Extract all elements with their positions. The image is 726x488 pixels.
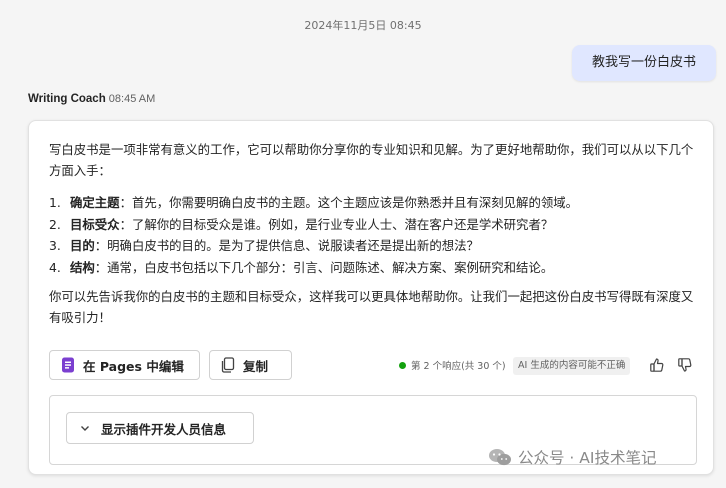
conversation-timestamp: 2024年11月5日 08:45 bbox=[304, 19, 422, 32]
show-plugin-info-button[interactable]: 显示插件开发人员信息 bbox=[66, 412, 254, 444]
bot-message-time: 08:45 AM bbox=[108, 93, 156, 105]
watermark: 公众号 · AI技术笔记 bbox=[488, 446, 656, 468]
bot-outro-text: 你可以先告诉我你的白皮书的主题和目标受众，这样我可以更具体地帮助你。让我们一起把… bbox=[49, 289, 694, 325]
user-message-bubble: 教我写一份白皮书 bbox=[572, 45, 716, 81]
bot-steps-list: 1. 确定主题：首先，你需要明确白皮书的主题。这个主题应该是你熟悉并且有深刻见解的… bbox=[49, 192, 695, 278]
copy-icon bbox=[220, 357, 236, 373]
list-item-title: 结构 bbox=[70, 259, 95, 275]
thumbs-down-icon[interactable] bbox=[677, 357, 693, 373]
edit-in-pages-button[interactable]: 在 Pages 中编辑 bbox=[49, 350, 200, 380]
list-item-text: ：了解你的目标受众是谁。例如，是行业专业人士、潜在客户还是学术研究者？ bbox=[119, 216, 554, 232]
list-item-title: 目标受众 bbox=[70, 216, 120, 232]
list-item-title: 确定主题 bbox=[70, 195, 120, 210]
list-item-title: 目的 bbox=[70, 238, 95, 253]
status-dot bbox=[399, 361, 406, 369]
list-item-text: ：明确白皮书的目的。是为了提供信息、说服读者还是提出新的想法？ bbox=[94, 238, 479, 253]
list-item-text: ：通常，白皮书包括以下几个部分：引言、问题陈述、解决方案、案例研究和结论。 bbox=[94, 259, 554, 275]
list-item: 3. 目的：明确白皮书的目的。是为了提供信息、说服读者还是提出新的想法？ bbox=[49, 235, 695, 257]
ai-disclaimer-badge: AI 生成的内容可能不正确 bbox=[513, 357, 631, 375]
watermark-text: 公众号 · AI技术笔记 bbox=[518, 449, 657, 467]
copy-button[interactable]: 复制 bbox=[209, 350, 292, 380]
edit-in-pages-label: 在 Pages 中编辑 bbox=[83, 358, 184, 374]
list-item: 2. 目标受众：了解你的目标受众是谁。例如，是行业专业人士、潜在客户还是学术研究者… bbox=[49, 214, 695, 236]
show-plugin-info-label: 显示插件开发人员信息 bbox=[101, 421, 227, 437]
pages-icon bbox=[60, 357, 76, 373]
chevron-down-icon bbox=[79, 422, 91, 434]
list-item: 1. 确定主题：首先，你需要明确白皮书的主题。这个主题应该是你熟悉并且有深刻见解的… bbox=[49, 192, 695, 214]
thumbs-up-icon[interactable] bbox=[649, 357, 665, 373]
list-item: 4. 结构：通常，白皮书包括以下几个部分：引言、问题陈述、解决方案、案例研究和结论… bbox=[49, 257, 695, 279]
list-item-number: 1. bbox=[49, 195, 61, 210]
bot-message-card: 写白皮书是一项非常有意义的工作，它可以帮助你分享你的专业知识和见解。为了更好地帮… bbox=[28, 120, 714, 475]
bot-message-header: Writing Coach 08:45 AM bbox=[28, 93, 155, 105]
list-item-number: 3. bbox=[49, 238, 61, 253]
list-item-number: 4. bbox=[49, 259, 61, 275]
response-counter-text: 第 2 个响应(共 30 个) bbox=[411, 361, 506, 372]
response-counter: 第 2 个响应(共 30 个) bbox=[399, 358, 506, 372]
list-item-text: ：首先，你需要明确白皮书的主题。这个主题应该是你熟悉并且有深刻见解的领域。 bbox=[119, 195, 579, 210]
wechat-icon bbox=[488, 447, 512, 467]
bot-name: Writing Coach bbox=[28, 93, 106, 105]
bot-intro-text: 写白皮书是一项非常有意义的工作，它可以帮助你分享你的专业知识和见解。为了更好地帮… bbox=[49, 142, 694, 178]
list-item-number: 2. bbox=[49, 216, 61, 232]
copy-label: 复制 bbox=[243, 358, 269, 374]
